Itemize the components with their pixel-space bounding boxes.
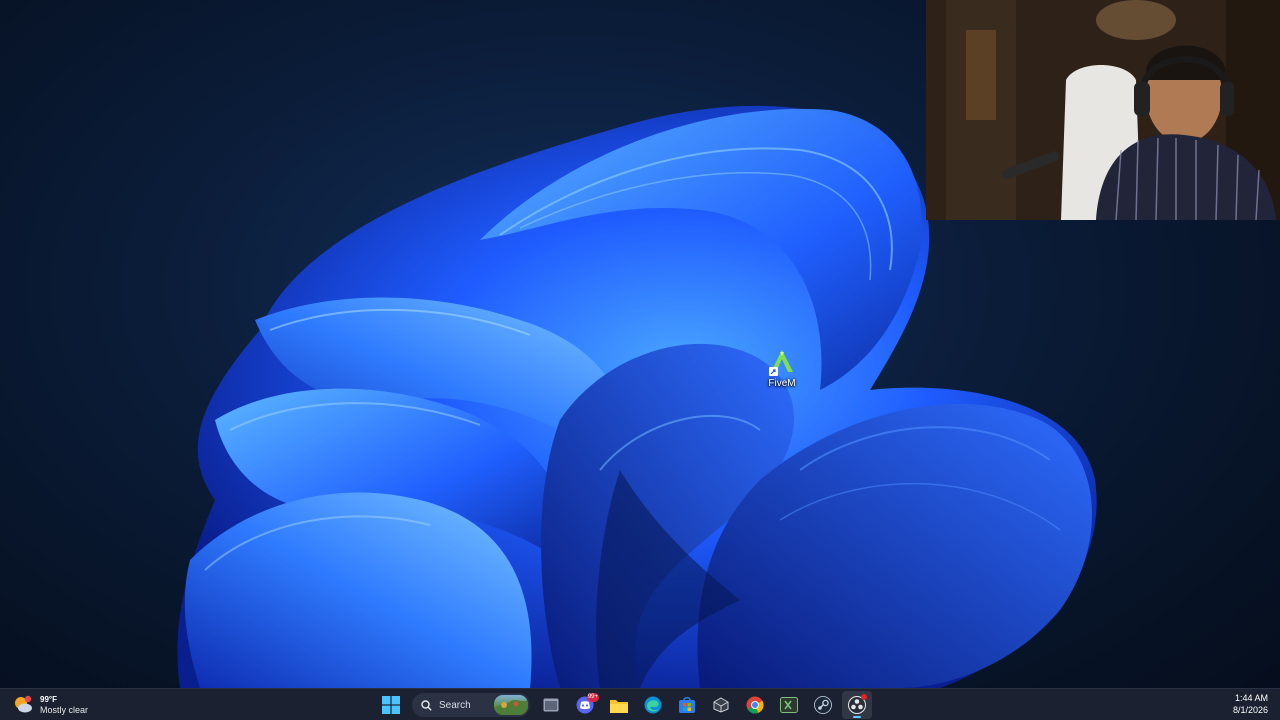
taskbar-file-explorer[interactable] bbox=[604, 691, 634, 719]
windows-logo-icon bbox=[382, 696, 400, 714]
weather-widget[interactable]: 99°F Mostly clear bbox=[12, 691, 88, 719]
webcam-overlay bbox=[926, 0, 1280, 220]
taskbar-center: Search 99+ bbox=[376, 691, 872, 719]
search-label: Search bbox=[439, 699, 471, 711]
steam-icon bbox=[814, 696, 832, 714]
taskbar-spreadsheet[interactable] bbox=[774, 691, 804, 719]
system-clock[interactable]: 1:44 AM 8/1/2026 bbox=[1233, 692, 1268, 716]
clock-time: 1:44 AM bbox=[1234, 693, 1268, 703]
search-highlight-image bbox=[494, 695, 528, 715]
fivem-icon bbox=[767, 346, 797, 376]
recording-indicator bbox=[861, 694, 867, 700]
start-button[interactable] bbox=[376, 691, 406, 719]
folder-icon bbox=[610, 699, 628, 713]
store-icon bbox=[679, 696, 695, 713]
taskbar-cube-app[interactable] bbox=[706, 691, 736, 719]
discord-badge: 99+ bbox=[586, 693, 599, 702]
taskbar-discord[interactable]: 99+ bbox=[570, 691, 600, 719]
cube-icon bbox=[713, 697, 729, 713]
taskbar-steam[interactable] bbox=[808, 691, 838, 719]
taskbar-obs[interactable] bbox=[842, 691, 872, 719]
edge-icon bbox=[644, 696, 662, 714]
weather-temperature: 99°F bbox=[40, 695, 57, 704]
clock-date: 8/1/2026 bbox=[1232, 705, 1268, 715]
shortcut-arrow-icon bbox=[769, 367, 778, 376]
taskbar-search-box[interactable]: Search bbox=[412, 693, 530, 717]
weather-condition: Mostly clear bbox=[40, 705, 89, 715]
window-icon bbox=[543, 698, 559, 712]
taskbar-window-app[interactable] bbox=[536, 691, 566, 719]
taskbar-edge[interactable] bbox=[638, 691, 668, 719]
chrome-icon bbox=[746, 696, 764, 714]
fivem-label: FiveM bbox=[768, 378, 796, 389]
taskbar-chrome[interactable] bbox=[740, 691, 770, 719]
taskbar-store[interactable] bbox=[672, 691, 702, 719]
fivem-desktop-shortcut[interactable]: FiveM bbox=[756, 346, 808, 400]
desktop[interactable]: FiveM bbox=[0, 0, 1280, 688]
search-icon bbox=[421, 699, 432, 711]
taskbar: 99°F Mostly clear Search 99+ 1:44 AM 8/1… bbox=[0, 688, 1280, 720]
moon-cloud-icon bbox=[12, 694, 34, 716]
spreadsheet-icon bbox=[780, 697, 798, 713]
